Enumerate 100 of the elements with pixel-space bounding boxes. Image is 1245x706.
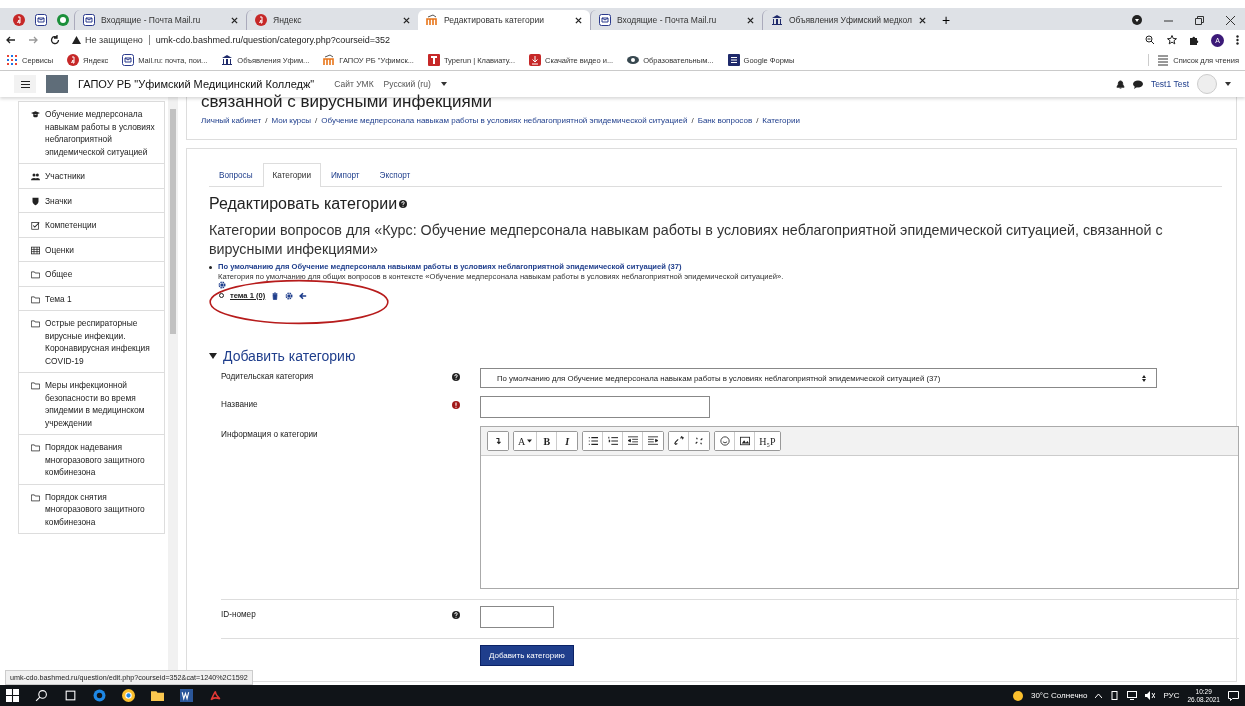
windows-icon[interactable] [6, 689, 19, 702]
bulleted-list-button[interactable] [583, 432, 604, 450]
speaker-icon[interactable] [1145, 691, 1156, 700]
close-icon[interactable] [231, 16, 238, 24]
menu-button[interactable] [14, 75, 36, 93]
font-button[interactable]: A [514, 432, 538, 450]
language-indicator[interactable]: РУС [1163, 691, 1180, 700]
text-editor[interactable]: A B I H₅P [480, 426, 1239, 589]
puzzle-icon[interactable] [1189, 35, 1199, 45]
browser-icon[interactable] [122, 689, 135, 702]
restore-icon[interactable] [1195, 15, 1204, 25]
breadcrumb-link[interactable]: Категории [762, 116, 800, 125]
breadcrumb-link[interactable]: Мои курсы [271, 116, 311, 125]
unlink-icon [694, 436, 705, 446]
help-icon[interactable] [452, 611, 460, 619]
zoom-icon[interactable] [1145, 35, 1155, 45]
browser-tab[interactable]: Редактировать категории [418, 10, 590, 30]
new-tab-button[interactable]: + [934, 10, 959, 30]
document-icon[interactable] [180, 689, 193, 702]
network-icon[interactable] [1127, 691, 1138, 700]
input-field[interactable] [480, 396, 710, 418]
sun-icon [1012, 690, 1023, 701]
link-button[interactable] [669, 432, 690, 450]
close-icon[interactable] [1226, 15, 1235, 25]
toolbar-toggle-button[interactable] [488, 432, 508, 450]
image-icon [739, 436, 750, 446]
close-icon[interactable] [919, 16, 926, 24]
shield-icon [31, 196, 40, 206]
nav-link[interactable]: Сайт УМК [334, 79, 374, 89]
folder-icon [31, 319, 40, 328]
tab[interactable]: Экспорт [369, 163, 421, 187]
reload-icon[interactable] [50, 35, 60, 45]
security-indicator[interactable]: Не защищено [72, 35, 150, 45]
breadcrumb-separator: / [691, 116, 694, 125]
sidebar-item[interactable]: Острые респираторные вирусные инфекции. Коронавирусная инфекция COVID-19 [18, 311, 165, 373]
submit-button[interactable]: Добавить категорию [480, 645, 574, 666]
star-icon[interactable] [1167, 35, 1177, 45]
menu-icon[interactable] [1236, 35, 1239, 45]
breadcrumb-separator: / [265, 116, 268, 125]
sidebar-item[interactable]: Обучение медперсонала навыкам работы в условиях неблагоприятной эпидемической ситуацией [18, 101, 165, 164]
emoji-button[interactable] [715, 432, 736, 450]
folder-icon [31, 381, 40, 390]
help-icon[interactable] [399, 200, 408, 208]
input-field[interactable] [480, 606, 554, 628]
caret-icon[interactable] [440, 82, 447, 86]
notification-icon[interactable] [1228, 690, 1239, 701]
breadcrumb-link[interactable]: Личный кабинет [201, 116, 262, 125]
chat-icon[interactable] [1132, 79, 1143, 89]
close-icon[interactable] [403, 16, 410, 24]
sidebar-item[interactable]: Общее [18, 262, 165, 287]
close-icon[interactable] [747, 16, 754, 24]
chevron-up-icon[interactable] [1095, 693, 1103, 698]
tab[interactable]: Вопросы [209, 163, 263, 187]
table-icon [31, 245, 40, 255]
required-icon [452, 401, 460, 409]
site-icon [122, 54, 135, 66]
sidebar-item[interactable]: Участники [18, 164, 165, 189]
forward-icon[interactable] [28, 35, 38, 45]
caret-icon[interactable] [1225, 82, 1231, 86]
download-icon [529, 54, 542, 66]
tab[interactable]: Категории [262, 163, 321, 187]
search-icon[interactable] [35, 689, 48, 702]
breadcrumb-link[interactable]: Обучение медперсонала навыкам работы в условиях неблагоприятной эпидемической ситуацией [321, 116, 688, 125]
delete-icon[interactable] [271, 291, 280, 300]
building-icon [771, 14, 783, 26]
arrow-left-icon[interactable] [299, 291, 308, 300]
field-label: Родительская категория [220, 371, 315, 383]
graduation-cap-icon [31, 110, 40, 119]
settings-icon[interactable] [285, 291, 294, 300]
bell-icon[interactable] [1115, 79, 1125, 89]
back-icon[interactable] [6, 35, 16, 45]
close-icon[interactable] [575, 16, 582, 24]
sidebar-item[interactable]: Тема 1 [18, 286, 165, 311]
section-toggle[interactable]: Добавить категорию [209, 348, 356, 364]
tab[interactable]: Импорт [320, 163, 370, 187]
menu-icon [20, 80, 30, 88]
folder-icon[interactable] [151, 689, 164, 702]
sidebar-item[interactable]: Порядок снятия многоразового защитного комбинезона [18, 484, 165, 534]
battery-icon[interactable] [1110, 691, 1120, 700]
weather-text[interactable]: 30°C Солнечно [1030, 691, 1088, 700]
sidebar-item[interactable]: Меры инфекционной безопасности во время эпидемии в медицинском учреждении [18, 373, 165, 435]
address-field[interactable]: umk-cdo.bashmed.ru/question/category.php?courseid=352 [155, 35, 391, 45]
task-view-icon[interactable] [64, 689, 77, 702]
settings-icon[interactable] [218, 281, 226, 289]
media-icon[interactable] [1132, 15, 1142, 25]
sidebar-item[interactable]: Значки [18, 188, 165, 213]
pdf-icon[interactable] [209, 689, 222, 702]
breadcrumb-separator: / [756, 116, 759, 125]
breadcrumb-link[interactable]: Банк вопросов [697, 116, 753, 125]
user-name[interactable]: Test1 Test [1150, 79, 1189, 89]
help-icon[interactable] [452, 373, 460, 381]
sidebar-item[interactable]: Оценки [18, 237, 165, 262]
field-label: ID-номер [220, 609, 257, 621]
sidebar-item[interactable]: Порядок надевания многоразового защитного комбинезона [18, 435, 165, 485]
site-name[interactable]: ГАПОУ РБ "Уфимский Медицинский Колледж" [78, 78, 315, 90]
nav-link[interactable]: Русский (ru) [383, 79, 431, 89]
indent-icon [648, 436, 659, 446]
warning-icon [72, 36, 81, 44]
site-icon [599, 14, 611, 26]
sidebar-item[interactable]: Компетенции [18, 213, 165, 238]
